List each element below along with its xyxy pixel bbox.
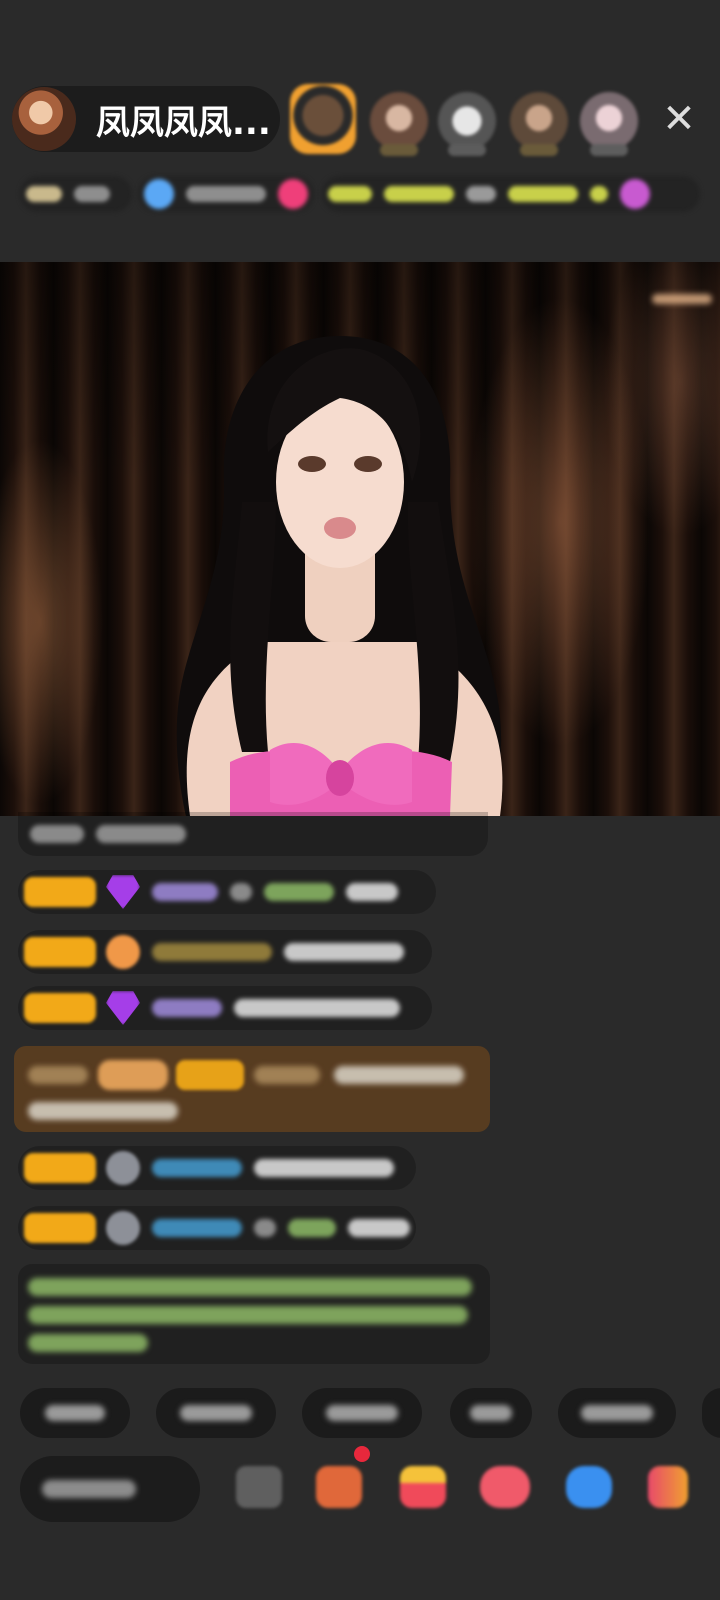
level-badge xyxy=(24,1153,96,1183)
quick-reply-5[interactable] xyxy=(558,1388,676,1438)
stats-chip-3[interactable] xyxy=(322,176,700,212)
emoji-icon[interactable] xyxy=(236,1466,282,1508)
close-icon[interactable]: ✕ xyxy=(660,99,698,139)
top-viewer-avatar-5[interactable] xyxy=(580,92,638,156)
level-badge xyxy=(24,877,96,907)
quick-reply-4[interactable] xyxy=(450,1388,532,1438)
gift-box-icon[interactable] xyxy=(316,1466,362,1508)
quick-reply-6[interactable] xyxy=(702,1388,720,1438)
quick-reply-2[interactable] xyxy=(156,1388,276,1438)
fan-badge-icon xyxy=(106,935,140,969)
more-icon[interactable] xyxy=(648,1466,688,1508)
top-viewer-avatar-2[interactable] xyxy=(370,92,428,156)
diamond-icon xyxy=(106,875,140,909)
chat-message-system[interactable] xyxy=(18,812,488,856)
chat-message-2[interactable] xyxy=(18,930,432,974)
live-video[interactable] xyxy=(0,262,720,816)
comment-input[interactable] xyxy=(20,1456,200,1522)
chat-highlight-message[interactable] xyxy=(14,1046,490,1132)
level-badge xyxy=(24,937,96,967)
notification-dot xyxy=(354,1446,370,1462)
quick-reply-3[interactable] xyxy=(302,1388,422,1438)
stats-chip-1[interactable] xyxy=(20,176,132,212)
host-info-pill[interactable]: 凤凤凤凤... xyxy=(12,86,280,152)
chat-bubble-icon[interactable] xyxy=(566,1466,612,1508)
chat-message-3[interactable] xyxy=(18,986,432,1030)
top-viewer-avatar-1[interactable] xyxy=(290,84,356,154)
level-badge xyxy=(24,1213,96,1243)
user-badge-icon xyxy=(106,1151,140,1185)
host-name: 凤凤凤凤... xyxy=(96,102,271,143)
diamond-icon xyxy=(106,991,140,1025)
stats-chip-2[interactable] xyxy=(138,176,314,212)
chat-notice-message[interactable] xyxy=(18,1264,490,1364)
level-badge xyxy=(24,993,96,1023)
chat-message-1[interactable] xyxy=(18,870,436,914)
gift-bag-icon[interactable] xyxy=(400,1466,446,1508)
chat-message-5[interactable] xyxy=(18,1206,416,1250)
host-figure xyxy=(176,336,503,816)
quick-reply-1[interactable] xyxy=(20,1388,130,1438)
user-badge-icon xyxy=(106,1211,140,1245)
chat-message-4[interactable] xyxy=(18,1146,416,1190)
game-icon[interactable] xyxy=(480,1466,530,1508)
host-avatar[interactable] xyxy=(12,87,76,151)
stage-lamp xyxy=(652,294,712,304)
top-viewer-avatar-4[interactable] xyxy=(510,92,568,156)
top-viewer-avatar-3[interactable] xyxy=(438,92,496,156)
